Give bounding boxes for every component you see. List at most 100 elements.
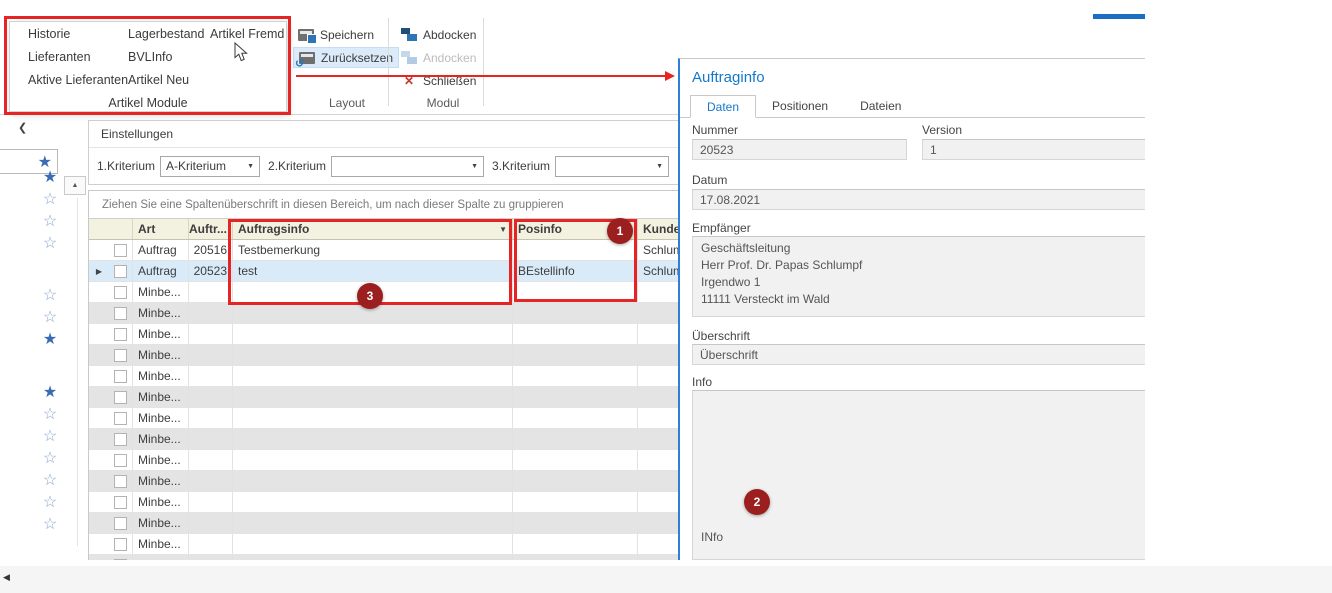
table-row[interactable]: Minbe...: [89, 366, 679, 387]
menu-item-artikel-neu[interactable]: Artikel Neu: [128, 73, 189, 87]
empfaenger-label: Empfänger: [692, 221, 751, 235]
abdocken-button[interactable]: Abdocken: [396, 24, 481, 45]
table-row[interactable]: Minbe...: [89, 387, 679, 408]
nummer-field[interactable]: 20523: [692, 139, 907, 160]
favorite-star-icon[interactable]: ☆: [43, 192, 57, 208]
cell-kunde: [638, 408, 679, 428]
favorite-star-icon[interactable]: ★: [43, 385, 57, 401]
row-checkbox[interactable]: [114, 370, 127, 383]
favorite-star-icon[interactable]: ☆: [43, 429, 57, 445]
table-row[interactable]: Minbe...: [89, 492, 679, 513]
favorite-star-icon[interactable]: ★: [43, 170, 57, 186]
scroll-up-button[interactable]: ▲: [64, 176, 86, 195]
tab-daten[interactable]: Daten: [690, 95, 756, 118]
zuruecksetzen-button[interactable]: Zurücksetzen: [293, 47, 399, 68]
info-label: Info: [692, 375, 712, 389]
row-checkbox[interactable]: [114, 496, 127, 509]
table-row[interactable]: Minbe...: [89, 471, 679, 492]
speichern-button[interactable]: Speichern: [293, 24, 379, 45]
ueberschrift-field[interactable]: Überschrift: [692, 344, 1145, 365]
row-checkbox[interactable]: [114, 391, 127, 404]
row-checkbox[interactable]: [114, 286, 127, 299]
row-checkbox[interactable]: [114, 454, 127, 467]
module-popup-menu: Historie Lagerbestand Artikel Fremd Lief…: [9, 21, 287, 112]
favorite-star-icon[interactable]: ☆: [43, 473, 57, 489]
table-row[interactable]: Minbe...: [89, 534, 679, 555]
horizontal-scrollbar[interactable]: ◀: [0, 566, 1332, 593]
menu-item-artikel-module[interactable]: Artikel Module: [10, 96, 286, 110]
tab-positionen[interactable]: Positionen: [756, 95, 844, 117]
kriterium-1-dropdown[interactable]: A-Kriterium ▼: [160, 156, 260, 177]
table-row[interactable]: Minbe...: [89, 282, 679, 303]
menu-item-lagerbestand[interactable]: Lagerbestand: [128, 27, 204, 41]
schliessen-button[interactable]: ✕ Schließen: [396, 70, 481, 91]
scroll-left-icon[interactable]: ◀: [3, 572, 10, 583]
cell-kunde: [638, 513, 679, 533]
table-row[interactable]: Minbe...: [89, 324, 679, 345]
favorite-star-icon[interactable]: ☆: [43, 310, 57, 326]
row-checkbox[interactable]: [114, 349, 127, 362]
row-checkbox[interactable]: [114, 538, 127, 551]
menu-item-historie[interactable]: Historie: [28, 27, 70, 41]
row-checkbox[interactable]: [114, 265, 127, 278]
cell-auftragsinfo: [233, 366, 513, 386]
version-field[interactable]: 1: [922, 139, 1145, 160]
panel-title: Auftraginfo: [692, 69, 765, 86]
favorite-star-icon[interactable]: ☆: [43, 517, 57, 533]
column-header-auftragsinfo[interactable]: Auftragsinfo ▼: [233, 219, 513, 239]
row-checkbox[interactable]: [114, 433, 127, 446]
cell-kunde: [638, 429, 679, 449]
kriterium-3-dropdown[interactable]: ▼: [555, 156, 669, 177]
cell-art: Minbe...: [133, 492, 189, 512]
menu-item-aktive-lieferanten[interactable]: Aktive Lieferanten: [28, 73, 128, 87]
cell-posinfo: [513, 387, 638, 407]
row-checkbox[interactable]: [114, 412, 127, 425]
kriterium-1-value: A-Kriterium: [166, 159, 226, 173]
cell-posinfo: [513, 366, 638, 386]
favorite-star-icon[interactable]: ☆: [43, 495, 57, 511]
favorite-star-icon[interactable]: ★: [43, 332, 57, 348]
menu-item-bvlinfo[interactable]: BVLInfo: [128, 50, 172, 64]
sort-dropdown-icon[interactable]: ▼: [499, 225, 507, 234]
cell-auftragsnummer: [189, 282, 233, 302]
table-row[interactable]: Minbe...: [89, 450, 679, 471]
table-row[interactable]: Minbe...: [89, 345, 679, 366]
datum-field[interactable]: 17.08.2021: [692, 189, 1145, 210]
row-marker-icon: [89, 450, 109, 470]
table-row[interactable]: Minbe...: [89, 429, 679, 450]
row-checkbox[interactable]: [114, 517, 127, 530]
favorite-star-icon[interactable]: ☆: [43, 214, 57, 230]
column-header-art[interactable]: Art: [133, 219, 189, 239]
info-field[interactable]: INfo: [692, 390, 1145, 560]
row-checkbox[interactable]: [114, 244, 127, 257]
cell-art: Minbe...: [133, 471, 189, 491]
column-header-auftr[interactable]: Auftr...: [189, 219, 233, 239]
menu-item-artikel-fremd[interactable]: Artikel Fremd: [210, 27, 284, 41]
table-row[interactable]: Minbe...: [89, 513, 679, 534]
row-checkbox[interactable]: [114, 475, 127, 488]
row-checkbox[interactable]: [114, 559, 127, 561]
settings-panel: Einstellungen 1.Kriterium A-Kriterium ▼ …: [88, 120, 679, 185]
tab-dateien[interactable]: Dateien: [844, 95, 917, 117]
table-row[interactable]: Minbe: [89, 555, 679, 560]
ribbon-group-layout-label: Layout: [312, 96, 382, 110]
kriterium-2-dropdown[interactable]: ▼: [331, 156, 484, 177]
row-checkbox[interactable]: [114, 328, 127, 341]
cell-auftragsinfo: Testbemerkung: [233, 240, 513, 260]
favorite-star-icon[interactable]: ☆: [43, 288, 57, 304]
menu-item-lieferanten[interactable]: Lieferanten: [28, 50, 91, 64]
cell-art: Minbe...: [133, 429, 189, 449]
favorite-star-icon[interactable]: ☆: [43, 236, 57, 252]
cell-auftragsinfo: [233, 450, 513, 470]
table-row[interactable]: ▶ Auftrag 20523 test BEstellinfo Schlum: [89, 261, 679, 282]
cell-posinfo: [513, 534, 638, 554]
table-row[interactable]: Auftrag 20516 Testbemerkung Schlum: [89, 240, 679, 261]
empfaenger-field[interactable]: Geschäftsleitung Herr Prof. Dr. Papas Sc…: [692, 236, 1145, 317]
favorite-star-icon[interactable]: ☆: [43, 451, 57, 467]
favorite-star-icon[interactable]: ☆: [43, 407, 57, 423]
column-header-kunde[interactable]: Kunde...: [638, 219, 679, 239]
collapse-chevron-icon[interactable]: ❮: [18, 121, 27, 134]
table-row[interactable]: Minbe...: [89, 303, 679, 324]
row-checkbox[interactable]: [114, 307, 127, 320]
table-row[interactable]: Minbe...: [89, 408, 679, 429]
